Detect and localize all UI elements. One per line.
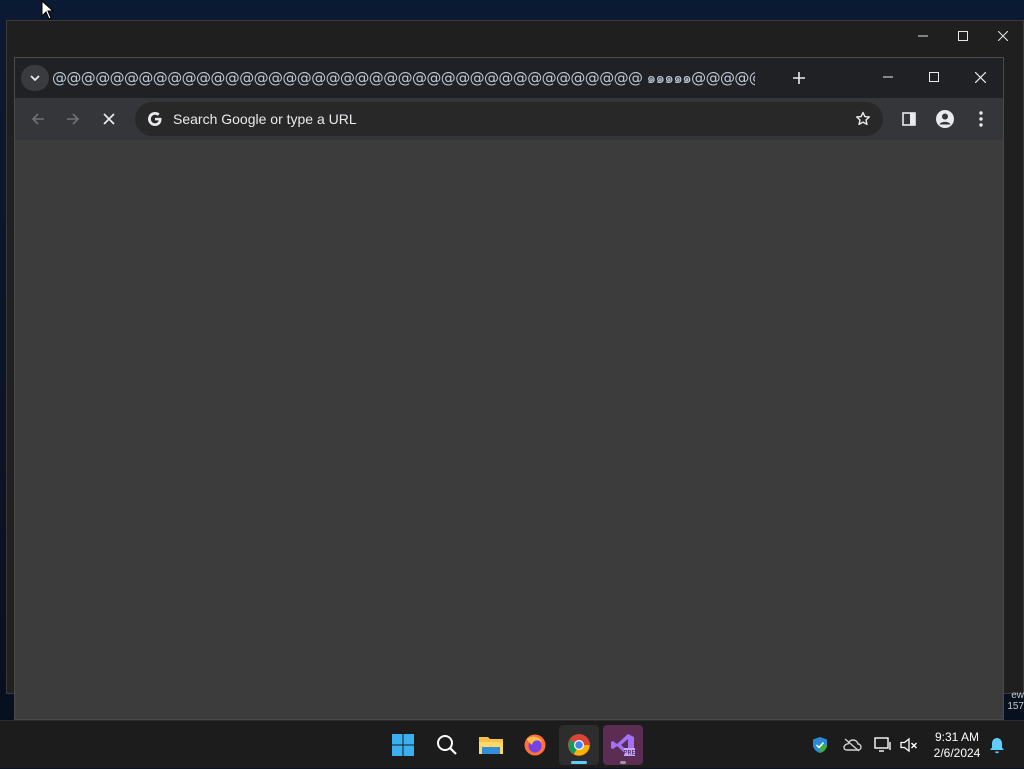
tab-search-button[interactable] [21,65,49,91]
firefox-button[interactable] [515,725,555,765]
close-button[interactable] [957,58,1003,96]
chrome-icon [568,734,590,756]
svg-text:PRE: PRE [624,750,636,757]
arrow-right-icon [67,113,80,125]
desktop-edge-text-line2: 157 [1007,701,1024,712]
chevron-down-icon [30,75,40,82]
visual-studio-button[interactable]: PRE [603,725,643,765]
visual-studio-icon: PRE [611,734,636,757]
speaker-muted-icon [900,737,917,753]
taskbar: PRE 9:31 AM 2/6/2024 [0,720,1024,768]
profile-button[interactable] [929,103,961,135]
chrome-window: @@@@@@@@@@@@@@@@@@@@@@@@@@@@@@@@@@@@@@@@… [14,57,1004,720]
maximize-icon [958,31,968,41]
more-vertical-icon [979,111,983,127]
tab-title[interactable]: @@@@@@@@@@@@@@@@@@@@@@@@@@@@@@@@@@@@@@@@… [52,66,755,90]
arrow-left-icon [31,113,44,125]
background-close-button[interactable] [983,21,1023,51]
minimize-icon [883,76,893,78]
minimize-button[interactable] [865,58,911,96]
back-button[interactable] [22,103,54,135]
google-g-icon [137,111,173,127]
close-icon [103,113,115,125]
volume-tray-button[interactable] [898,721,920,769]
bell-icon [990,737,1004,753]
side-panel-button[interactable] [893,103,925,135]
search-icon [437,735,457,755]
background-maximize-button[interactable] [943,21,983,51]
network-tray-button[interactable] [872,721,894,769]
stop-loading-button[interactable] [93,103,125,135]
network-monitor-icon [874,737,891,752]
desktop-edge-text: ew 157 [1003,690,1024,720]
chrome-menu-button[interactable] [965,103,997,135]
maximize-icon [929,72,939,82]
omnibox-placeholder: Search Google or type a URL [173,111,357,127]
folder-icon [479,737,503,754]
background-window-caption-buttons [903,21,1023,51]
shield-check-icon [813,737,827,753]
page-content-area[interactable] [15,140,1003,719]
profile-avatar-icon [936,110,954,128]
side-panel-icon [902,112,916,126]
security-tray-button[interactable] [808,721,832,769]
new-tab-button[interactable] [785,64,813,92]
forward-button[interactable] [57,103,89,135]
plus-icon [793,72,805,84]
notifications-button[interactable] [986,721,1008,769]
minimize-icon [918,35,928,37]
maximize-button[interactable] [911,58,957,96]
cloud-offline-icon [843,738,862,752]
active-app-indicator [571,761,587,764]
background-minimize-button[interactable] [903,21,943,51]
taskbar-clock[interactable]: 9:31 AM 2/6/2024 [926,729,988,761]
star-icon [856,111,870,126]
firefox-icon [524,734,546,756]
onedrive-tray-button[interactable] [840,721,864,769]
start-button[interactable] [383,725,423,765]
chrome-taskbar-button[interactable] [559,725,599,765]
clock-time: 9:31 AM [934,730,980,744]
address-bar[interactable]: Search Google or type a URL [135,102,883,136]
close-icon [974,71,986,83]
browser-toolbar: Search Google or type a URL [15,98,1003,140]
taskbar-search-button[interactable] [427,725,467,765]
bookmark-star-button[interactable] [843,111,883,127]
mouse-pointer-icon [41,0,55,20]
desktop-edge-text-line1: ew [1011,690,1024,701]
close-icon [998,31,1008,41]
tab-strip: @@@@@@@@@@@@@@@@@@@@@@@@@@@@@@@@@@@@@@@@… [15,58,1003,98]
chrome-window-controls [865,58,1003,96]
file-explorer-button[interactable] [471,725,511,765]
running-app-indicator [620,761,626,764]
windows-logo-icon [392,734,414,756]
clock-date: 2/6/2024 [933,746,981,760]
